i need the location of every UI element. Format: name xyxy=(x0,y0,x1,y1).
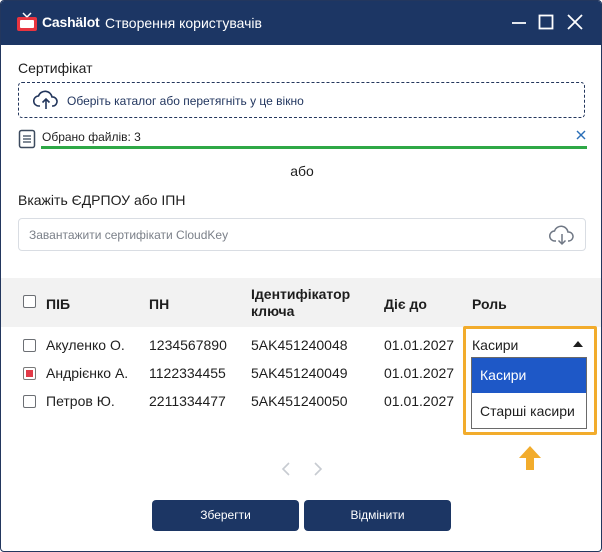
row-checkbox[interactable] xyxy=(23,339,36,352)
selected-files-text: Обрано файлів: 3 xyxy=(42,130,141,144)
cloudkey-input[interactable] xyxy=(29,219,529,250)
column-header-key-id: Ідентифікатор ключа xyxy=(251,286,351,319)
save-button[interactable]: Зберегти xyxy=(152,500,299,531)
dropzone-text: Оберіть каталог або перетягніть у це вік… xyxy=(67,94,304,108)
arrow-up-icon xyxy=(519,446,541,470)
cloud-download-icon[interactable] xyxy=(549,224,575,246)
brand-name: Cashälot xyxy=(42,14,100,30)
column-header-role: Роль xyxy=(472,296,507,312)
valid-until: 01.01.2027 xyxy=(384,365,455,381)
select-all-checkbox[interactable] xyxy=(23,295,36,308)
cloudkey-field xyxy=(18,218,586,251)
chevron-left-icon[interactable] xyxy=(280,461,292,477)
create-users-window: Cashälot Створення користувачів Сертифік… xyxy=(0,0,602,552)
user-pn: 1122334455 xyxy=(149,365,226,381)
clear-icon[interactable] xyxy=(575,128,587,142)
window-title: Створення користувачів xyxy=(105,15,262,31)
user-pn: 1234567890 xyxy=(149,337,227,353)
key-id: 5AK451240048 xyxy=(251,337,348,353)
certificate-dropzone[interactable]: Оберіть каталог або перетягніть у це вік… xyxy=(18,82,585,118)
title-bar: Cashälot Створення користувачів xyxy=(1,1,601,45)
upload-progress-bar xyxy=(41,146,587,149)
tv-logo-icon xyxy=(17,12,37,31)
minimize-icon[interactable] xyxy=(509,12,529,32)
certificate-label: Сертифікат xyxy=(18,60,93,76)
valid-until: 01.01.2027 xyxy=(384,393,455,409)
or-separator: або xyxy=(290,163,314,179)
role-option-cashiers[interactable]: Касири xyxy=(472,358,586,393)
user-name: Акуленко О. xyxy=(46,337,125,353)
caret-up-icon[interactable] xyxy=(573,341,583,347)
key-id: 5AK451240050 xyxy=(251,393,348,409)
row-checkbox[interactable] xyxy=(23,367,36,380)
cloud-upload-icon xyxy=(33,90,58,109)
column-header-valid-until: Діє до xyxy=(384,296,427,312)
close-icon[interactable] xyxy=(565,12,585,32)
user-name: Петров Ю. xyxy=(46,393,115,409)
column-header-pn: ПН xyxy=(149,296,170,312)
role-select-value[interactable]: Касири xyxy=(472,337,518,353)
key-id: 5AK451240049 xyxy=(251,365,348,381)
role-option-senior-cashiers[interactable]: Старші касири xyxy=(472,394,586,429)
user-name: Андрієнко А. xyxy=(46,365,129,381)
document-icon xyxy=(18,129,36,149)
code-label: Вкажіть ЄДРПОУ або ІПН xyxy=(18,192,186,208)
chevron-right-icon[interactable] xyxy=(312,461,324,477)
row-checkbox[interactable] xyxy=(23,395,36,408)
column-header-name: ПІБ xyxy=(46,296,71,312)
table-header: ПІБ ПН Ідентифікатор ключа Діє до Роль xyxy=(1,278,601,327)
cancel-button[interactable]: Відмінити xyxy=(304,500,451,531)
app-logo: Cashälot xyxy=(16,12,100,32)
maximize-icon[interactable] xyxy=(536,12,556,32)
valid-until: 01.01.2027 xyxy=(384,337,455,353)
user-pn: 2211334477 xyxy=(149,393,226,409)
role-dropdown: Касири Старші касири xyxy=(471,357,587,429)
